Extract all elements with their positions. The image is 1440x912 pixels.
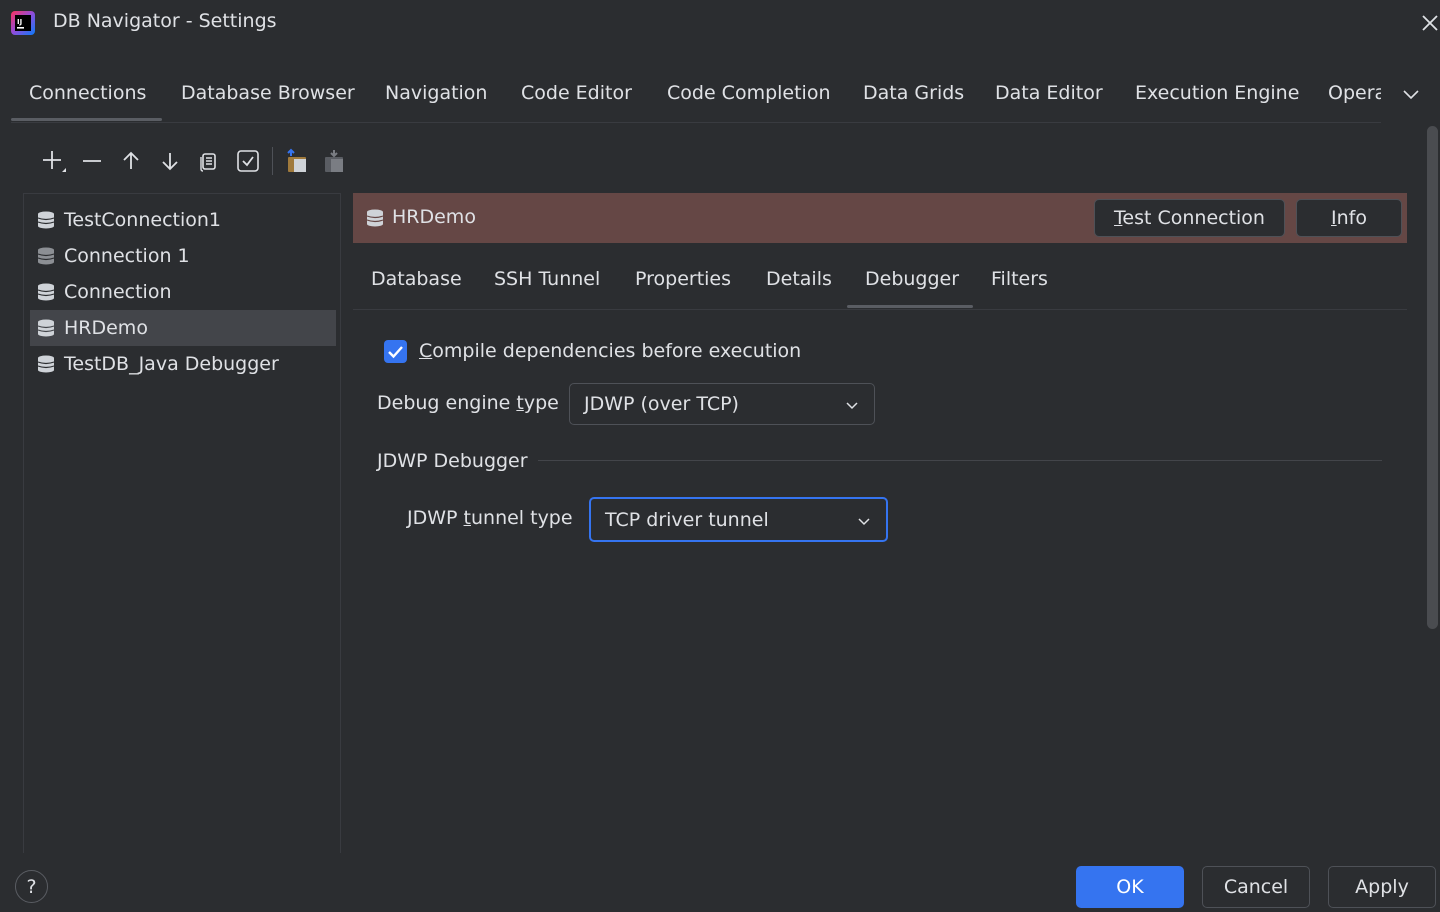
jdwp-tunnel-type-label: JDWP tunnel type — [407, 507, 573, 529]
database-icon — [366, 209, 384, 227]
connections-toolbar — [36, 143, 356, 179]
tab-filters[interactable]: Filters — [991, 268, 1048, 290]
window-title: DB Navigator - Settings — [53, 10, 277, 32]
tab-code-editor[interactable]: Code Editor — [521, 82, 632, 104]
list-item[interactable]: Connection 1 — [30, 238, 336, 274]
compile-dependencies-checkbox[interactable] — [384, 340, 407, 363]
mnemonic-letter: t — [463, 507, 471, 529]
export-icon[interactable] — [281, 143, 315, 179]
tab-database-browser[interactable]: Database Browser — [181, 82, 355, 104]
label-text: JDWP — [407, 507, 464, 529]
list-item[interactable]: Connection — [30, 274, 336, 310]
tab-operations[interactable]: Opera — [1328, 82, 1381, 104]
move-down-icon[interactable] — [153, 143, 187, 179]
mnemonic-letter: t — [516, 392, 524, 414]
chevron-down-icon[interactable] — [1398, 82, 1424, 108]
label-text: Debug engine — [377, 392, 517, 414]
button-label: est Connection — [1122, 207, 1265, 229]
section-title: JDWP Debugger — [377, 450, 528, 472]
tab-debugger[interactable]: Debugger — [865, 268, 959, 290]
label-text: unnel type — [470, 507, 573, 529]
jdwp-tunnel-type-select[interactable]: TCP driver tunnel — [589, 497, 888, 542]
tab-database[interactable]: Database — [371, 268, 462, 290]
close-icon[interactable] — [1418, 10, 1440, 36]
add-icon[interactable] — [36, 143, 70, 179]
list-item[interactable]: TestConnection1 — [30, 202, 336, 238]
title-bar: IJ DB Navigator - Settings — [0, 0, 1440, 48]
connection-label: TestConnection1 — [64, 209, 222, 231]
remove-icon[interactable] — [75, 143, 109, 179]
button-label: nfo — [1336, 207, 1367, 229]
connection-label: HRDemo — [64, 317, 148, 339]
tab-details[interactable]: Details — [766, 268, 832, 290]
tab-connections[interactable]: Connections — [29, 82, 146, 104]
label-text: ype — [523, 392, 559, 414]
chevron-down-icon — [858, 518, 870, 526]
tab-navigation[interactable]: Navigation — [385, 82, 487, 104]
database-icon — [37, 283, 55, 301]
select-value: JDWP (over TCP) — [584, 393, 739, 415]
tab-code-completion[interactable]: Code Completion — [667, 82, 831, 104]
select-value: TCP driver tunnel — [605, 509, 769, 531]
connection-label: Connection — [64, 281, 172, 303]
debug-engine-type-select[interactable]: JDWP (over TCP) — [569, 383, 875, 425]
apply-button[interactable]: Apply — [1328, 866, 1436, 908]
test-connection-button[interactable]: Test Connection — [1094, 199, 1285, 237]
move-up-icon[interactable] — [114, 143, 148, 179]
compile-dependencies-label[interactable]: Compile dependencies before execution — [419, 340, 801, 362]
copy-icon[interactable] — [192, 143, 226, 179]
check-icon[interactable] — [231, 143, 265, 179]
connection-list: TestConnection1 Connection 1 Connection … — [23, 193, 341, 853]
debug-engine-type-label: Debug engine type — [377, 392, 559, 414]
section-divider — [538, 460, 1382, 461]
checkmark-icon — [388, 346, 403, 359]
svg-text:IJ: IJ — [17, 18, 22, 26]
database-icon — [37, 247, 55, 265]
connection-header: HRDemo Test Connection Info — [353, 193, 1407, 243]
connection-label: Connection 1 — [64, 245, 190, 267]
selected-tab-indicator — [847, 305, 973, 308]
info-button[interactable]: Info — [1296, 199, 1402, 237]
tab-properties[interactable]: Properties — [635, 268, 731, 290]
tab-ssh-tunnel[interactable]: SSH Tunnel — [494, 268, 600, 290]
ok-button[interactable]: OK — [1076, 866, 1184, 908]
tab-data-editor[interactable]: Data Editor — [995, 82, 1103, 104]
database-icon — [37, 355, 55, 373]
database-icon — [37, 319, 55, 337]
connection-tab-bar: Database SSH Tunnel Properties Details D… — [353, 256, 1407, 310]
list-item[interactable]: TestDB_Java Debugger — [30, 346, 336, 382]
chevron-down-icon — [846, 402, 858, 410]
database-icon — [37, 211, 55, 229]
selected-tab-indicator — [11, 118, 162, 121]
import-icon[interactable] — [318, 143, 352, 179]
settings-tab-bar: Connections Database Browser Navigation … — [11, 70, 1381, 123]
checkbox-label-text: ompile dependencies before execution — [432, 340, 802, 362]
tab-execution-engine[interactable]: Execution Engine — [1135, 82, 1299, 104]
vertical-scrollbar[interactable] — [1427, 126, 1438, 629]
list-item-selected[interactable]: HRDemo — [30, 310, 336, 346]
help-button[interactable]: ? — [15, 870, 48, 903]
intellij-logo-icon: IJ — [11, 11, 35, 35]
connection-label: TestDB_Java Debugger — [64, 353, 279, 375]
connection-name: HRDemo — [392, 206, 476, 228]
toolbar-separator — [272, 147, 273, 175]
mnemonic-letter: C — [419, 340, 433, 362]
cancel-button[interactable]: Cancel — [1202, 866, 1310, 908]
tab-data-grids[interactable]: Data Grids — [863, 82, 964, 104]
